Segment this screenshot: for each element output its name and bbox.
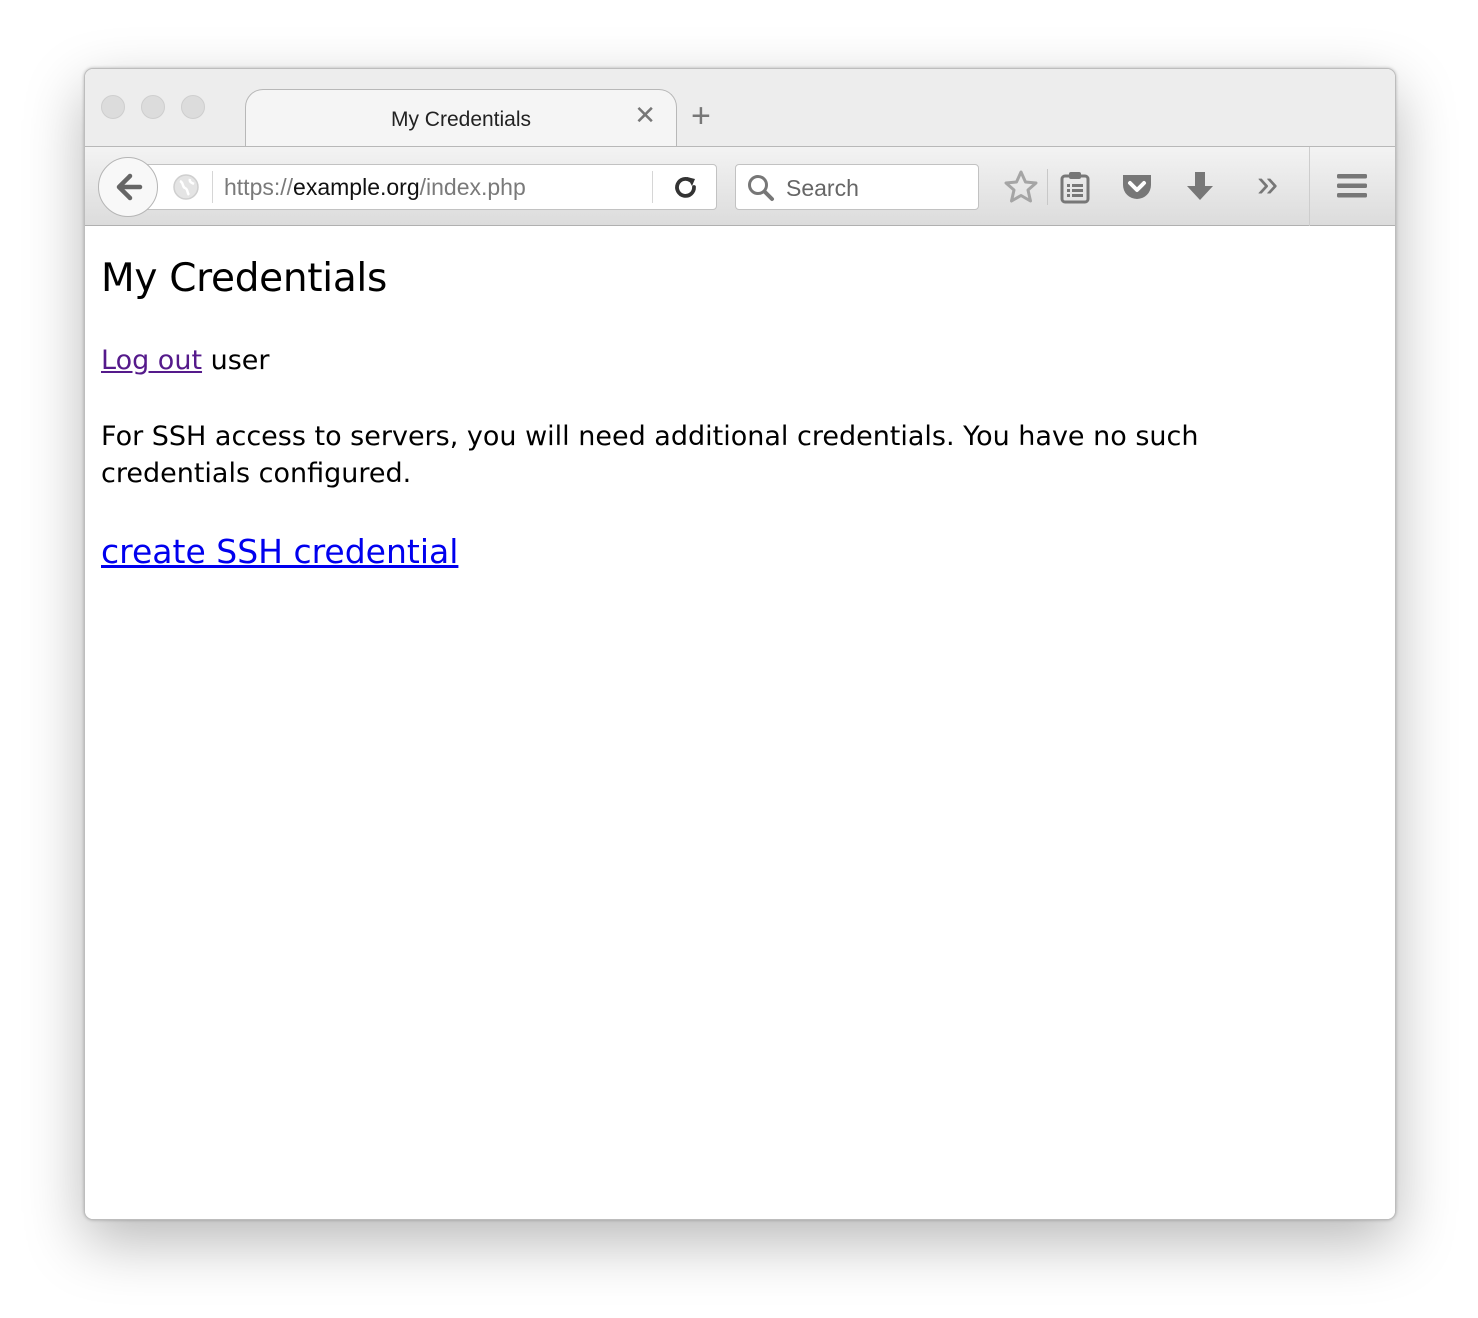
tab-strip: My Credentials ✕ + <box>85 69 1395 149</box>
back-icon <box>116 173 143 201</box>
url-text[interactable]: https://example.org/index.php <box>224 174 526 201</box>
tab-close-icon[interactable]: ✕ <box>634 102 656 128</box>
hamburger-menu-icon[interactable] <box>1335 169 1369 203</box>
reading-list-icon[interactable] <box>1059 169 1091 205</box>
navigation-toolbar: https://example.org/index.php Search » <box>85 146 1395 227</box>
download-icon[interactable] <box>1183 169 1217 205</box>
bookmark-star-icon[interactable] <box>1003 169 1039 205</box>
logout-link[interactable]: Log out <box>101 345 202 376</box>
url-path: /index.php <box>419 174 526 200</box>
window-close-button[interactable] <box>101 95 125 119</box>
url-bar[interactable]: https://example.org/index.php <box>141 164 717 210</box>
toolbar-separator <box>1047 169 1048 205</box>
menu-separator <box>1309 147 1310 227</box>
ssh-info-text: For SSH access to servers, you will need… <box>101 421 1199 489</box>
pocket-icon[interactable] <box>1119 169 1155 205</box>
back-button[interactable] <box>98 157 158 217</box>
username-text: user <box>210 345 270 376</box>
globe-icon <box>173 174 199 200</box>
new-tab-button[interactable]: + <box>691 99 711 133</box>
window-zoom-button[interactable] <box>181 95 205 119</box>
url-reload-separator <box>652 171 653 203</box>
overflow-chevron-icon[interactable]: » <box>1257 165 1278 203</box>
search-icon <box>748 175 774 201</box>
page-heading: My Credentials <box>101 256 387 301</box>
url-scheme: https:// <box>224 174 294 200</box>
window-minimize-button[interactable] <box>141 95 165 119</box>
tab-my-credentials[interactable]: My Credentials ✕ <box>245 89 677 149</box>
page-content: My Credentials Log out user For SSH acce… <box>85 226 1395 1219</box>
search-bar[interactable]: Search <box>735 164 979 210</box>
reload-icon[interactable] <box>672 174 700 202</box>
url-host: example.org <box>293 174 420 200</box>
url-separator <box>212 171 213 203</box>
browser-window: My Credentials ✕ + https://example.org/i… <box>84 68 1396 1220</box>
tab-title: My Credentials <box>390 108 532 131</box>
logout-line: Log out user <box>101 345 1379 376</box>
search-placeholder: Search <box>786 175 859 201</box>
create-ssh-credential-link[interactable]: create SSH credential <box>101 532 458 571</box>
